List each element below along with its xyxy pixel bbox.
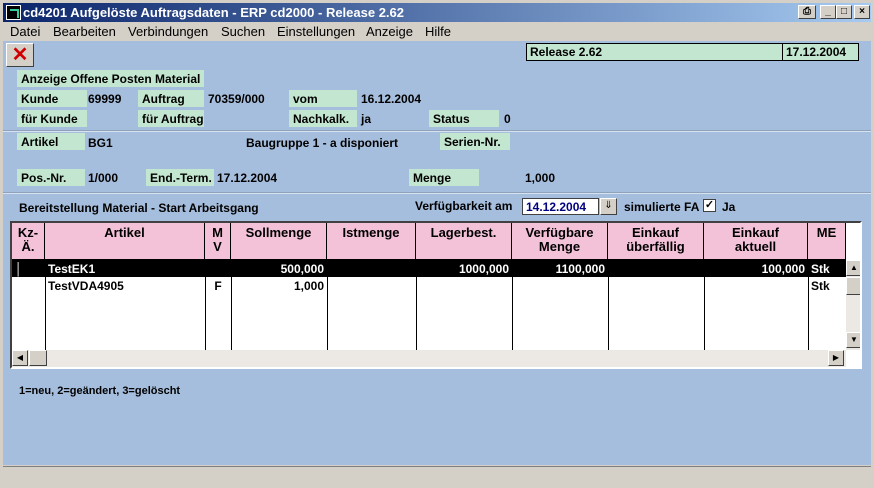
menu-bar: Datei Bearbeiten Verbindungen Suchen Ein… <box>3 22 871 41</box>
end-term-value: 17.12.2004 <box>217 171 278 185</box>
cell-einkauf-aktuell: 100,000 <box>761 262 805 276</box>
grid-line <box>327 277 328 350</box>
app-icon[interactable] <box>6 5 21 20</box>
menu-anzeige[interactable]: Anzeige <box>366 24 413 39</box>
date-dropdown-icon[interactable]: ⇓ <box>600 198 617 215</box>
col-header-artikel[interactable]: Artikel <box>45 223 205 260</box>
menu-hilfe[interactable]: Hilfe <box>425 24 451 39</box>
menu-suchen[interactable]: Suchen <box>221 24 265 39</box>
nachkalk-value: ja <box>361 112 372 126</box>
cell-mv: F <box>214 279 222 293</box>
table-row[interactable]: TestVDA4905 F 1,000 Stk <box>12 277 846 294</box>
window-title: cd4201 Aufgelöste Auftragsdaten - ERP cd… <box>23 5 405 20</box>
material-grid[interactable]: Kz- Ä. Artikel MV Sollmenge Istmenge Lage… <box>10 221 862 369</box>
grid-line <box>808 277 809 350</box>
menge-label: Menge <box>409 169 479 186</box>
close-window-button[interactable]: × <box>854 5 870 19</box>
grid-line <box>231 277 232 350</box>
menu-datei[interactable]: Datei <box>10 24 40 39</box>
section-title: Anzeige Offene Posten Material <box>17 70 205 87</box>
simulierte-fa-label: simulierte FA <box>624 200 700 214</box>
status-bar <box>3 466 871 485</box>
cell-verfuegbare-menge: 1100,000 <box>555 262 605 276</box>
artikel-value: BG1 <box>88 136 113 150</box>
menu-bearbeiten[interactable]: Bearbeiten <box>53 24 116 39</box>
col-header-kz[interactable]: Kz- Ä. <box>12 223 45 260</box>
divider <box>3 192 871 194</box>
horizontal-scrollbar[interactable]: ◀ ▶ <box>12 350 846 367</box>
hscroll-thumb[interactable] <box>29 350 47 366</box>
col-header-istmenge[interactable]: Istmenge <box>327 223 416 260</box>
cell-sollmenge: 500,000 <box>280 262 324 276</box>
cell-einkauf-ueberfaellig <box>608 260 704 277</box>
kunde-value: 69999 <box>88 92 122 106</box>
artikel-label: Artikel <box>17 133 85 150</box>
auftrag-value: 70359/000 <box>208 92 265 106</box>
print-icon[interactable]: ⎙ <box>798 5 816 19</box>
grid-line <box>205 277 206 350</box>
col-header-lagerbest[interactable]: Lagerbest. <box>416 223 512 260</box>
cell-artikel: TestVDA4905 <box>48 279 124 293</box>
fuer-kunde-label: für Kunde <box>17 110 87 127</box>
vertical-scrollbar[interactable]: ▲ ▼ <box>846 260 860 350</box>
legend-text: 1=neu, 2=geändert, 3=gelöscht <box>19 385 181 397</box>
current-date-field: 17.12.2004 <box>782 43 859 61</box>
menge-value: 1,000 <box>525 171 556 185</box>
scroll-right-icon[interactable]: ▶ <box>828 350 844 366</box>
col-header-einkauf-aktuell[interactable]: Einkauf aktuell <box>704 223 808 260</box>
col-header-verfuegbare-menge[interactable]: Verfügbare Menge <box>512 223 608 260</box>
scroll-up-icon[interactable]: ▲ <box>846 260 860 276</box>
fuer-auftrag-label: für Auftrag <box>138 110 204 127</box>
verfuegbarkeit-label: Verfügbarkeit am <box>415 199 513 213</box>
cell-me: Stk <box>811 279 830 293</box>
cell-lagerbest: 1000,000 <box>458 262 509 276</box>
nachkalk-label: Nachkalk. <box>289 110 357 127</box>
divider <box>3 130 871 132</box>
col-header-einkauf-ueberfaellig[interactable]: Einkauf überfällig <box>608 223 704 260</box>
cell-kz: │ <box>15 262 23 276</box>
pos-nr-label: Pos.-Nr. <box>17 169 85 186</box>
status-value: 0 <box>504 112 511 126</box>
menu-verbindungen[interactable]: Verbindungen <box>128 24 208 39</box>
grid-line <box>608 277 609 350</box>
vom-value: 16.12.2004 <box>361 92 422 106</box>
grid-line <box>416 277 417 350</box>
grid-line <box>45 277 46 350</box>
grid-line <box>704 277 705 350</box>
scroll-down-icon[interactable]: ▼ <box>846 332 860 348</box>
menu-einstellungen[interactable]: Einstellungen <box>277 24 355 39</box>
serien-nr-label: Serien-Nr. <box>440 133 510 150</box>
grid-line <box>512 277 513 350</box>
maximize-button[interactable]: □ <box>836 5 852 19</box>
form-area: ✕ Release 2.62 17.12.2004 Anzeige Offene… <box>3 41 871 465</box>
minimize-button[interactable]: _ <box>820 5 836 19</box>
release-field: Release 2.62 <box>526 43 783 61</box>
artikel-description: Baugruppe 1 - a disponiert <box>246 136 399 150</box>
ja-label: Ja <box>722 200 736 214</box>
cell-mv <box>205 260 231 277</box>
cell-istmenge <box>327 260 416 277</box>
verfuegbarkeit-date-input[interactable]: 14.12.2004 <box>522 198 599 215</box>
col-header-sollmenge[interactable]: Sollmenge <box>231 223 327 260</box>
scroll-left-icon[interactable]: ◀ <box>12 350 28 366</box>
col-header-me[interactable]: ME <box>808 223 846 260</box>
cell-artikel: TestEK1 <box>48 262 96 276</box>
title-bar[interactable]: cd4201 Aufgelöste Auftragsdaten - ERP cd… <box>3 3 871 22</box>
cell-sollmenge: 1,000 <box>293 279 324 293</box>
cell-me: Stk <box>811 262 830 276</box>
scroll-thumb[interactable] <box>846 277 860 295</box>
table-row[interactable]: │ TestEK1 500,000 1000,000 1100,000 100,… <box>12 260 846 277</box>
app-window: cd4201 Aufgelöste Auftragsdaten - ERP cd… <box>0 0 874 488</box>
auftrag-label: Auftrag <box>138 90 204 107</box>
close-form-button[interactable]: ✕ <box>6 43 34 67</box>
vom-label: vom <box>289 90 357 107</box>
status-label: Status <box>429 110 499 127</box>
kunde-label: Kunde <box>17 90 87 107</box>
end-term-label: End.-Term. <box>146 169 214 186</box>
bereitstellung-title: Bereitstellung Material - Start Arbeitsg… <box>19 201 259 215</box>
col-header-mv[interactable]: MV <box>205 223 231 260</box>
simulierte-fa-checkbox[interactable]: ✓ <box>703 199 716 212</box>
pos-nr-value: 1/000 <box>88 171 119 185</box>
